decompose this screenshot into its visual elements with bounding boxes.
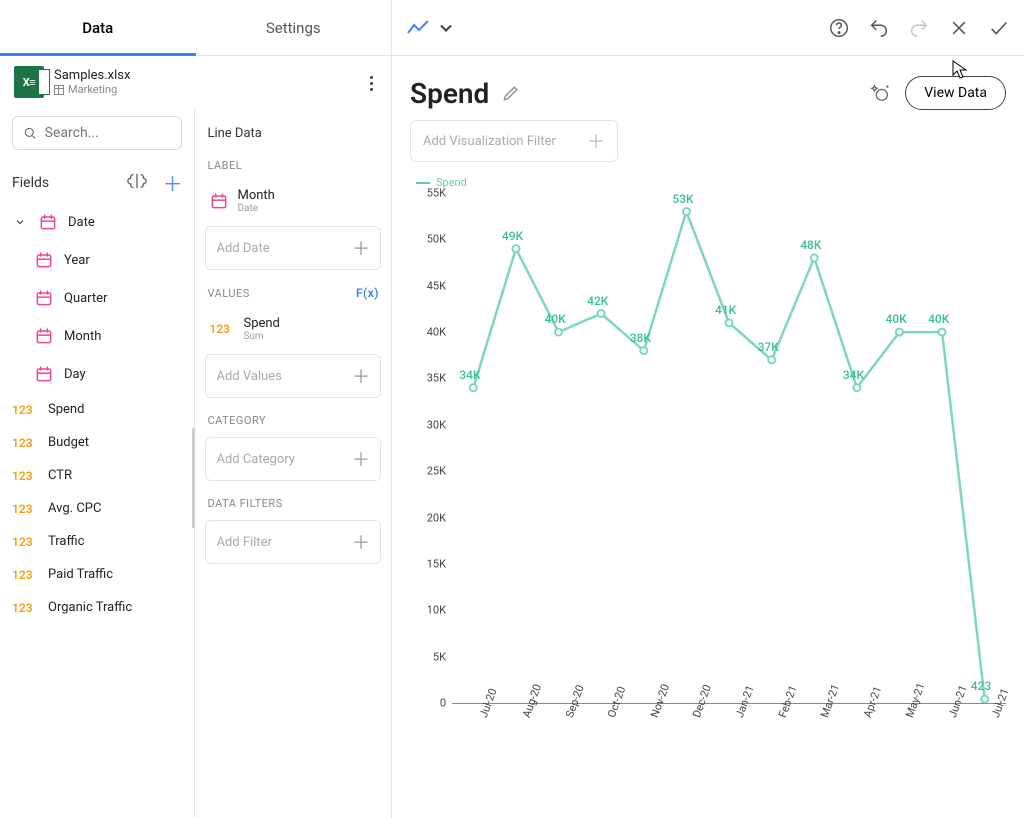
y-tick: 30K bbox=[427, 418, 446, 431]
data-label: 49K bbox=[502, 229, 523, 243]
field-measure-paid-traffic[interactable]: 123Paid Traffic bbox=[0, 558, 194, 591]
y-tick: 55K bbox=[427, 187, 446, 200]
brain-icon[interactable] bbox=[126, 170, 148, 196]
filters-group-heading: DATA FILTERS bbox=[205, 491, 381, 514]
data-label: 34K bbox=[843, 368, 864, 382]
chart-legend: Spend bbox=[410, 172, 1006, 193]
data-label: 53K bbox=[672, 192, 693, 206]
field-date-year[interactable]: Year bbox=[0, 241, 194, 279]
add-date-box[interactable]: Add Date＋ bbox=[205, 226, 381, 270]
scroll-indicator[interactable] bbox=[192, 428, 195, 528]
field-group-date[interactable]: Date bbox=[0, 203, 194, 241]
number-icon: 123 bbox=[12, 568, 38, 582]
data-label: 423 bbox=[971, 679, 991, 693]
help-button[interactable] bbox=[828, 17, 850, 39]
data-label: 34K bbox=[459, 368, 480, 382]
y-tick: 40K bbox=[427, 326, 446, 339]
chart-type-dropdown[interactable] bbox=[406, 18, 458, 38]
sparkle-icon[interactable] bbox=[869, 82, 891, 104]
fx-button[interactable]: F(x) bbox=[356, 286, 379, 300]
field-measure-spend[interactable]: 123Spend bbox=[0, 393, 194, 426]
tab-settings[interactable]: Settings bbox=[196, 0, 392, 55]
data-label: 40K bbox=[545, 312, 566, 326]
add-values-box[interactable]: Add Values＋ bbox=[205, 354, 381, 398]
value-chip-spend[interactable]: 123 Spend Sum bbox=[205, 310, 381, 348]
line-chart-icon bbox=[406, 18, 430, 38]
y-tick: 35K bbox=[427, 372, 446, 385]
y-tick: 0 bbox=[440, 697, 446, 710]
page-title: Spend bbox=[410, 77, 489, 110]
field-date-quarter[interactable]: Quarter bbox=[0, 279, 194, 317]
data-label: 40K bbox=[928, 312, 949, 326]
label-group-heading: LABEL bbox=[205, 153, 381, 176]
add-viz-filter-box[interactable]: Add Visualization Filter＋ bbox=[410, 120, 618, 162]
chevron-down-icon bbox=[434, 18, 458, 38]
add-field-button[interactable]: ＋ bbox=[162, 168, 182, 197]
y-tick: 45K bbox=[427, 279, 446, 292]
field-measure-ctr[interactable]: 123CTR bbox=[0, 459, 194, 492]
chevron-down-icon bbox=[12, 216, 28, 228]
close-button[interactable] bbox=[948, 17, 970, 39]
label-chip-month[interactable]: Month Date bbox=[205, 182, 381, 220]
confirm-button[interactable] bbox=[988, 17, 1010, 39]
field-measure-budget[interactable]: 123Budget bbox=[0, 426, 194, 459]
number-icon: 123 bbox=[12, 469, 38, 483]
add-category-box[interactable]: Add Category＋ bbox=[205, 437, 381, 481]
excel-icon: X≡ bbox=[14, 66, 44, 98]
number-icon: 123 bbox=[209, 322, 235, 336]
search-input[interactable] bbox=[45, 125, 172, 141]
data-label: 40K bbox=[885, 312, 906, 326]
field-search[interactable] bbox=[12, 116, 182, 150]
datasource-filename: Samples.xlsx bbox=[54, 68, 130, 83]
category-group-heading: CATEGORY bbox=[205, 408, 381, 431]
y-tick: 25K bbox=[427, 465, 446, 478]
datasource-menu-button[interactable] bbox=[366, 72, 377, 95]
y-tick: 15K bbox=[427, 557, 446, 570]
search-icon bbox=[23, 125, 37, 141]
number-icon: 123 bbox=[12, 535, 38, 549]
field-measure-traffic[interactable]: 123Traffic bbox=[0, 525, 194, 558]
data-label: 48K bbox=[800, 238, 821, 252]
config-section-title: Line Data bbox=[205, 122, 381, 147]
data-label: 37K bbox=[758, 340, 779, 354]
y-tick: 20K bbox=[427, 511, 446, 524]
data-label: 38K bbox=[630, 331, 651, 345]
left-tabs: Data Settings bbox=[0, 0, 391, 56]
redo-button[interactable] bbox=[908, 17, 930, 39]
field-date-month[interactable]: Month bbox=[0, 317, 194, 355]
fields-heading: Fields bbox=[12, 175, 49, 191]
field-measure-avg-cpc[interactable]: 123Avg. CPC bbox=[0, 492, 194, 525]
table-icon bbox=[54, 85, 64, 95]
datasource-sheet: Marketing bbox=[54, 83, 130, 96]
number-icon: 123 bbox=[12, 436, 38, 450]
field-date-day[interactable]: Day bbox=[0, 355, 194, 393]
field-measure-organic-traffic[interactable]: 123Organic Traffic bbox=[0, 591, 194, 624]
tab-data[interactable]: Data bbox=[0, 0, 196, 55]
datasource-row[interactable]: X≡ Samples.xlsx Marketing bbox=[0, 56, 391, 108]
values-group-heading: VALUES F(x) bbox=[205, 280, 381, 304]
number-icon: 123 bbox=[12, 502, 38, 516]
add-filter-box[interactable]: Add Filter＋ bbox=[205, 520, 381, 564]
topbar bbox=[392, 0, 1024, 56]
y-tick: 5K bbox=[433, 650, 446, 663]
field-list: DateYearQuarterMonthDay123Spend123Budget… bbox=[0, 203, 194, 818]
data-label: 41K bbox=[715, 303, 736, 317]
view-data-button[interactable]: View Data bbox=[905, 76, 1006, 110]
data-label: 42K bbox=[587, 294, 608, 308]
undo-button[interactable] bbox=[868, 17, 890, 39]
edit-title-button[interactable] bbox=[501, 83, 521, 103]
y-tick: 10K bbox=[427, 604, 446, 617]
calendar-icon bbox=[209, 191, 229, 211]
chart-plot[interactable]: 05K10K15K20K25K30K35K40K45K50K55K 34K49K… bbox=[410, 193, 1006, 733]
y-tick: 50K bbox=[427, 233, 446, 246]
number-icon: 123 bbox=[12, 403, 38, 417]
number-icon: 123 bbox=[12, 601, 38, 615]
